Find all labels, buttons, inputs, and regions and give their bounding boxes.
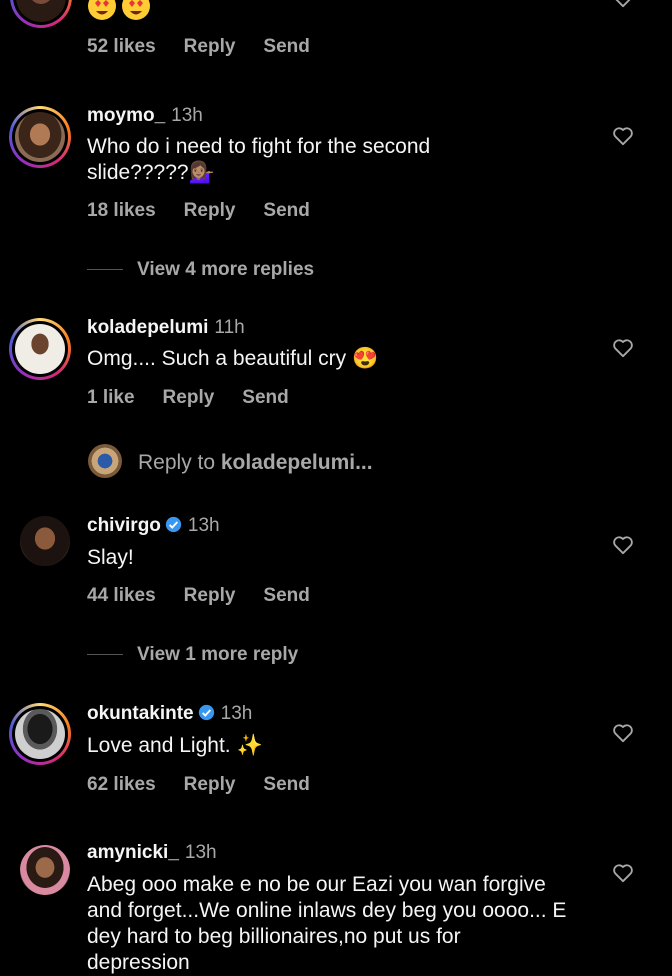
- view-more-replies[interactable]: View 4 more replies: [87, 259, 314, 281]
- comment-text: Slay!: [87, 546, 134, 569]
- divider-line: [87, 654, 123, 656]
- view-more-label: View 4 more replies: [137, 259, 315, 280]
- divider-line: [87, 269, 123, 271]
- verified-badge-icon: [198, 704, 214, 721]
- timestamp: 11h: [214, 317, 245, 338]
- comment-actions: 1 like Reply Send: [87, 387, 317, 409]
- comment-actions: 18 likes Reply Send: [87, 200, 338, 222]
- comment-text: Abeg ooo make e no be our Eazi you wan f…: [87, 873, 567, 974]
- timestamp: 13h: [220, 703, 253, 724]
- username[interactable]: okuntakinte: [87, 703, 194, 724]
- like-heart-icon[interactable]: [612, 863, 634, 883]
- timestamp: 13h: [171, 105, 203, 126]
- avatar-top-partial[interactable]: [10, 0, 72, 28]
- reply-button[interactable]: Reply: [163, 387, 215, 409]
- like-heart-icon[interactable]: [612, 126, 634, 146]
- comment-header: chivirgo 13h: [87, 515, 220, 537]
- send-button[interactable]: Send: [263, 774, 309, 796]
- view-more-replies[interactable]: View 1 more reply: [87, 644, 298, 666]
- username[interactable]: chivirgo: [87, 515, 161, 536]
- comment-actions: 52 likes Reply Send: [87, 36, 338, 58]
- comment-text: Who do i need to fight for the second sl…: [87, 135, 431, 184]
- comment-actions: 44 likes Reply Send: [87, 585, 338, 607]
- reply-input[interactable]: Reply to koladepelumi...: [138, 451, 373, 475]
- avatar-okuntakinte[interactable]: [9, 703, 71, 765]
- likes-count[interactable]: 1 like: [87, 387, 135, 409]
- reply-button[interactable]: Reply: [184, 200, 236, 222]
- comment-header: koladepelumi 11h: [87, 317, 245, 339]
- username[interactable]: amynicki_: [87, 842, 179, 863]
- comment-header: amynicki_ 13h: [87, 842, 217, 864]
- avatar-amynicki[interactable]: [20, 845, 70, 895]
- send-button[interactable]: Send: [263, 200, 309, 222]
- my-avatar: [88, 444, 122, 478]
- like-heart-icon[interactable]: [612, 535, 634, 555]
- send-button[interactable]: Send: [263, 36, 309, 58]
- send-button[interactable]: Send: [242, 387, 288, 409]
- likes-count[interactable]: 52 likes: [87, 36, 156, 58]
- like-heart-icon[interactable]: [612, 338, 634, 358]
- username[interactable]: moymo_: [87, 105, 165, 126]
- comment-header: okuntakinte 13h: [87, 703, 252, 725]
- likes-count[interactable]: 18 likes: [87, 200, 156, 222]
- view-more-label: View 1 more reply: [137, 644, 299, 665]
- comment-text: Omg.... Such a beautiful cry 😍: [87, 347, 379, 370]
- heart-eyes-emoji-row: [88, 0, 158, 29]
- avatar-koladepelumi[interactable]: [9, 318, 71, 380]
- avatar-moymo[interactable]: [9, 106, 71, 168]
- like-heart-icon[interactable]: [612, 723, 634, 743]
- username[interactable]: koladepelumi: [87, 317, 208, 338]
- reply-prompt: Reply to: [138, 451, 221, 474]
- comment-text: Love and Light. ✨: [87, 734, 263, 757]
- comment-header: moymo_ 13h: [87, 105, 203, 127]
- verified-badge-icon: [165, 516, 182, 533]
- likes-count[interactable]: 44 likes: [87, 585, 156, 607]
- like-heart-icon[interactable]: [612, 0, 634, 8]
- timestamp: 13h: [187, 515, 220, 536]
- likes-count[interactable]: 62 likes: [87, 774, 156, 796]
- timestamp: 13h: [184, 842, 217, 863]
- reply-button[interactable]: Reply: [184, 585, 236, 607]
- avatar-chivirgo[interactable]: [20, 516, 70, 566]
- reply-button[interactable]: Reply: [184, 36, 236, 58]
- send-button[interactable]: Send: [263, 585, 309, 607]
- heart-eyes-emoji: [88, 0, 150, 20]
- reply-target: koladepelumi...: [220, 451, 373, 474]
- reply-button[interactable]: Reply: [184, 774, 236, 796]
- comment-actions: 62 likes Reply Send: [87, 774, 338, 796]
